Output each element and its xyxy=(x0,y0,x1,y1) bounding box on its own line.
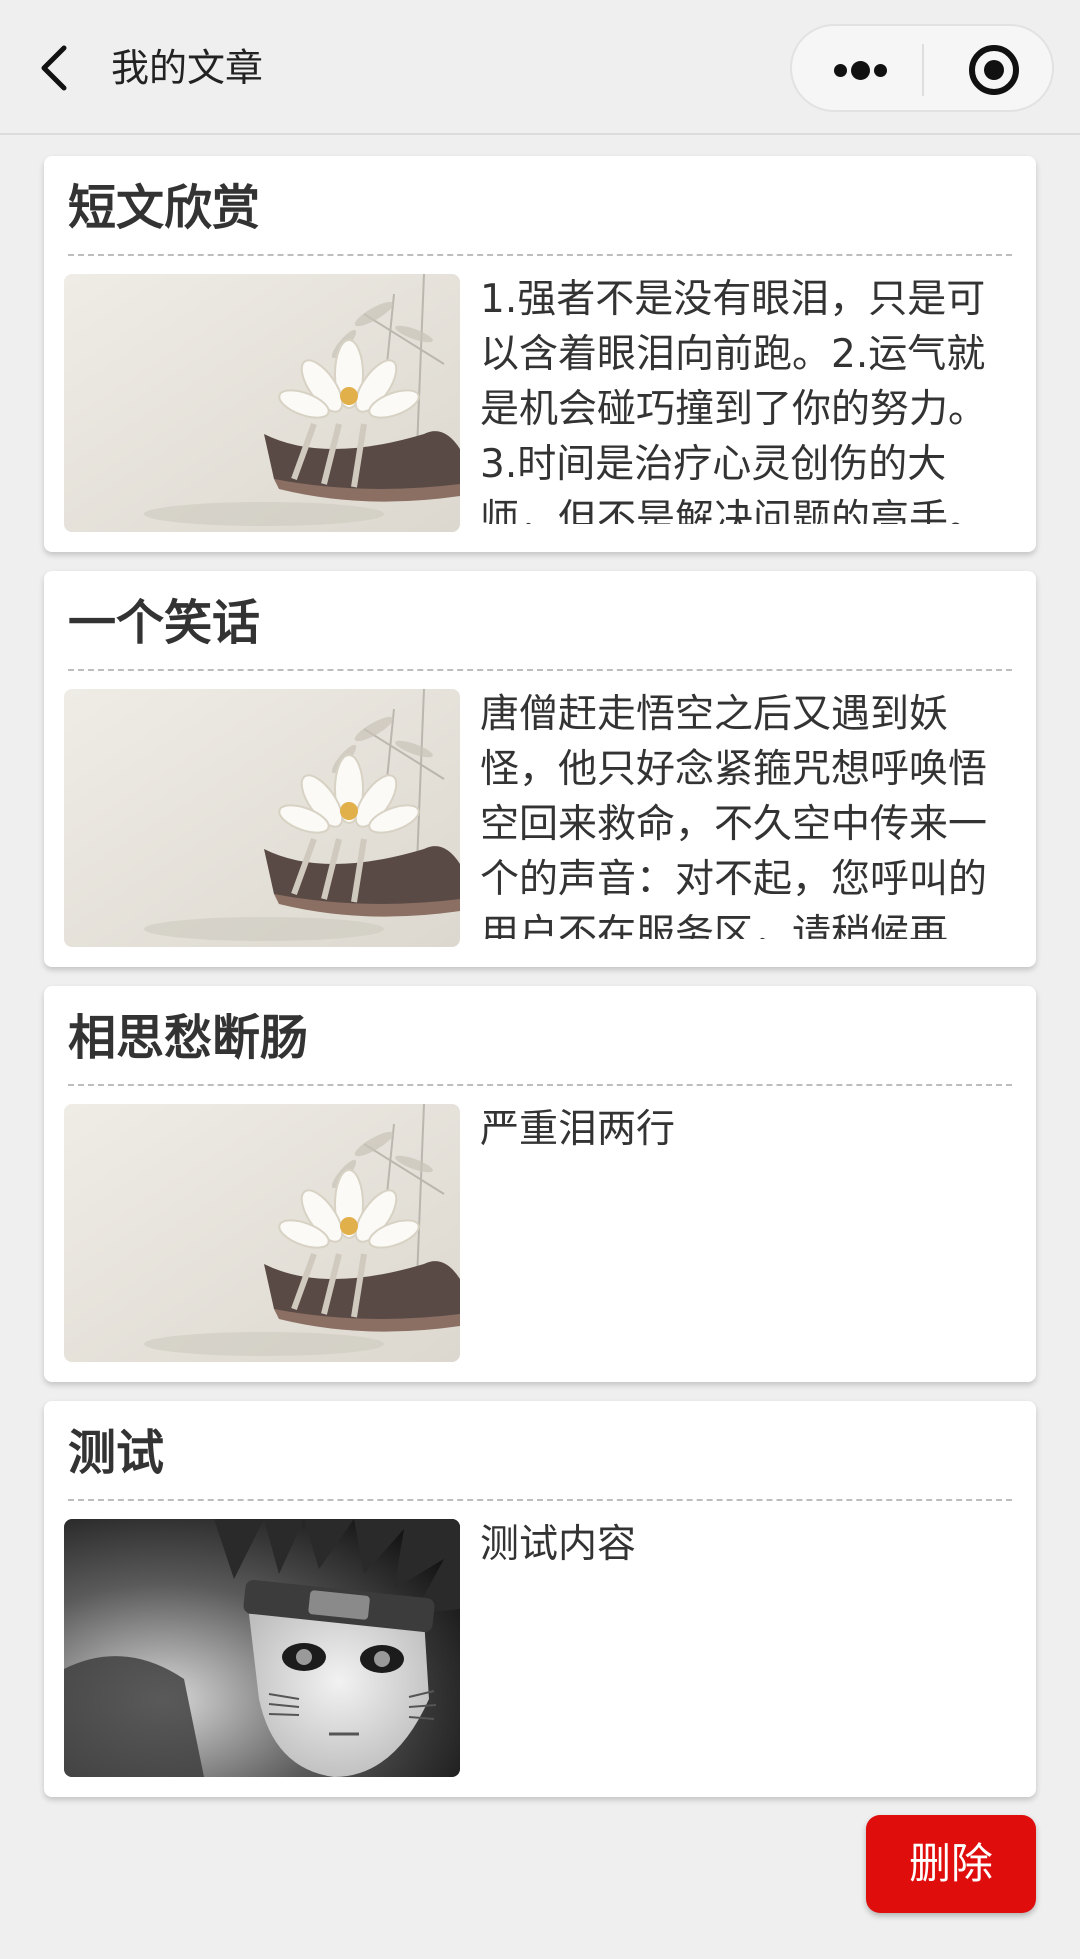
article-title: 短文欣赏 xyxy=(68,180,261,236)
lotus-boat-image xyxy=(64,274,460,532)
article-title: 相思愁断肠 xyxy=(68,1010,309,1066)
navigation-bar: 我的文章 xyxy=(0,0,1080,135)
anime-portrait-image xyxy=(64,1519,460,1777)
delete-button[interactable]: 删除 xyxy=(866,1815,1036,1913)
lotus-boat-image xyxy=(64,689,460,947)
dashed-divider xyxy=(68,1499,1012,1501)
article-excerpt: 唐僧赶走悟空之后又遇到妖怪，他只好念紧箍咒想呼唤悟空回来救命，不久空中传来一个的… xyxy=(480,692,988,939)
article-thumbnail xyxy=(64,1519,460,1777)
article-excerpt: 1.强者不是没有眼泪，只是可以含着眼泪向前跑。2.运气就是机会碰巧撞到了你的努力… xyxy=(480,277,988,524)
article-thumbnail xyxy=(64,1104,460,1362)
dashed-divider xyxy=(68,254,1012,256)
article-card[interactable]: 短文欣赏 1.强者不是没有眼泪，只是可以含着眼泪向前跑。2.运气就是机会碰巧撞到… xyxy=(44,156,1036,552)
article-thumbnail xyxy=(64,274,460,532)
article-title: 测试 xyxy=(68,1425,165,1481)
more-button[interactable] xyxy=(820,40,900,100)
capsule-divider xyxy=(922,44,924,96)
more-dots-icon xyxy=(834,64,847,77)
article-excerpt: 严重泪两行 xyxy=(480,1107,676,1152)
dashed-divider xyxy=(68,669,1012,671)
article-card[interactable]: 相思愁断肠 严重泪两行 xyxy=(44,986,1036,1382)
target-close-icon xyxy=(969,45,1019,95)
article-excerpt: 测试内容 xyxy=(480,1522,637,1567)
article-thumbnail xyxy=(64,689,460,947)
article-card[interactable]: 测试 测试内容 xyxy=(44,1401,1036,1797)
mini-program-capsule xyxy=(790,24,1054,112)
chevron-left-icon xyxy=(41,45,67,91)
close-button[interactable] xyxy=(964,40,1024,100)
lotus-boat-image xyxy=(64,1104,460,1362)
back-button[interactable] xyxy=(30,34,82,102)
article-title: 一个笑话 xyxy=(68,595,261,651)
dashed-divider xyxy=(68,1084,1012,1086)
page-title: 我的文章 xyxy=(111,46,264,90)
article-card[interactable]: 一个笑话 唐僧赶走悟空之后又遇到妖怪，他只好念紧箍咒想呼唤悟空回来救命，不久空中… xyxy=(44,571,1036,967)
